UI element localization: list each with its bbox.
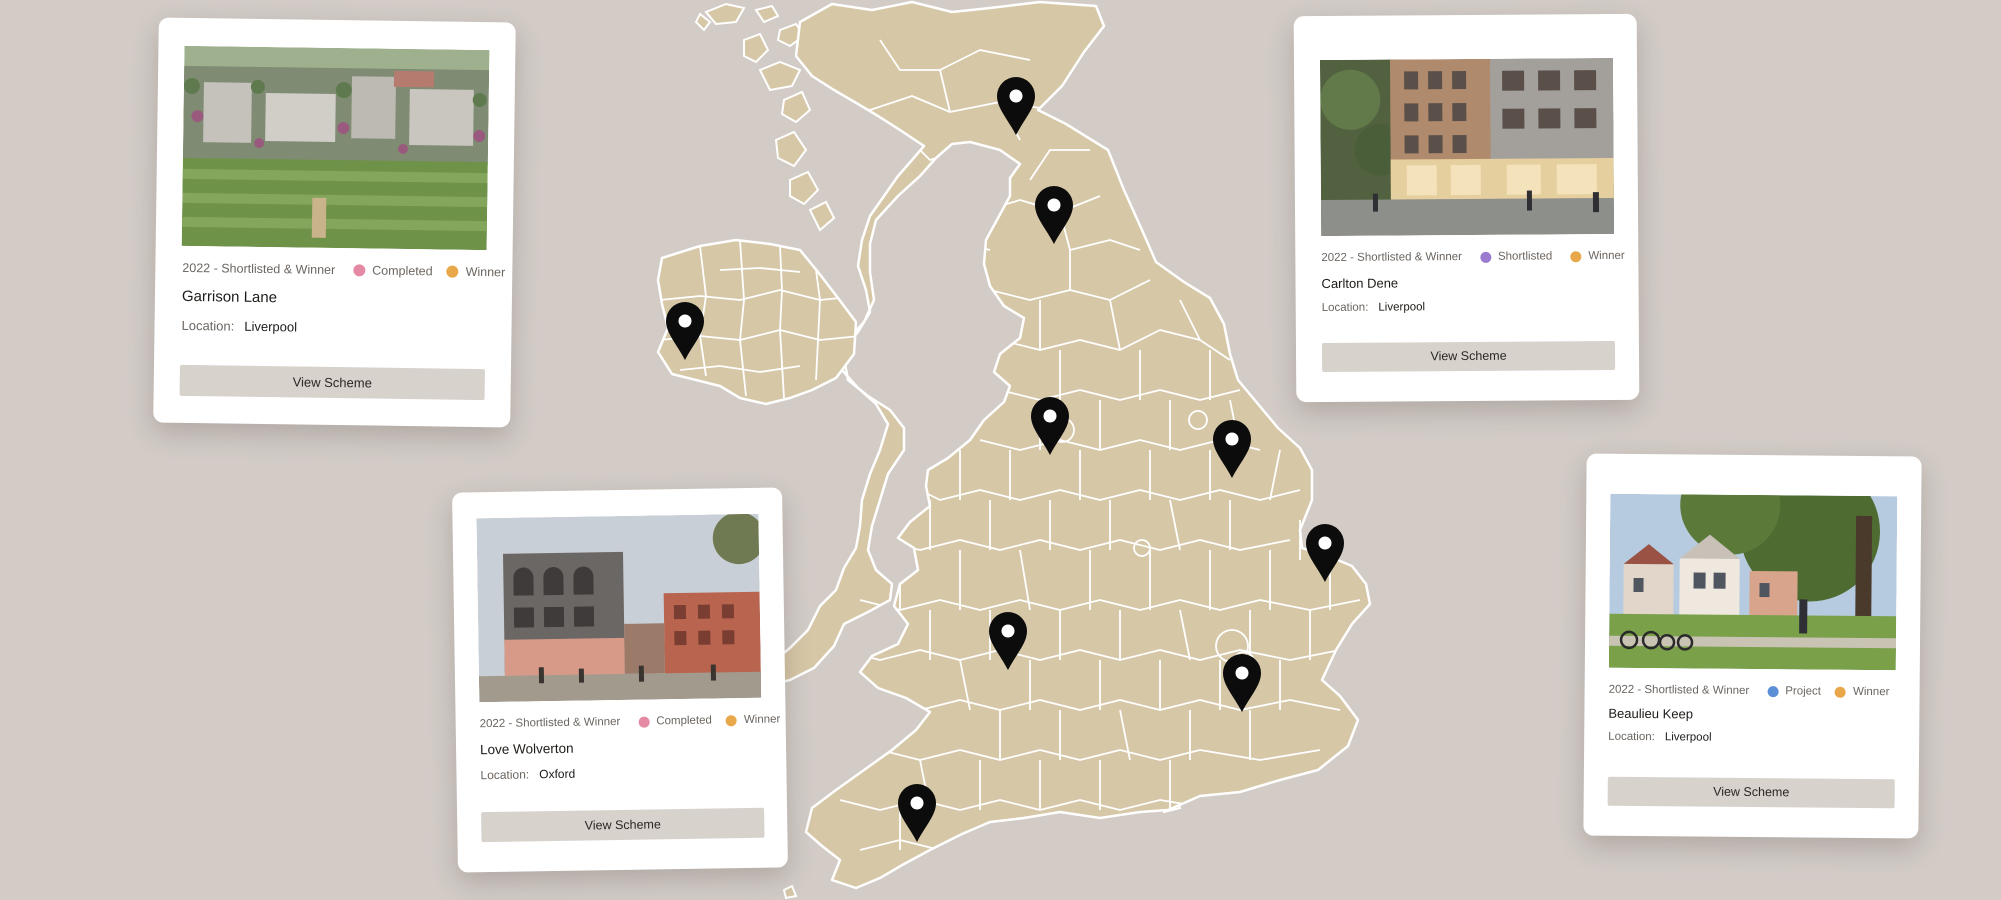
status-tag-shortlisted: Shortlisted (1479, 250, 1553, 263)
status-tag-winner: Winner (1834, 685, 1890, 699)
scheme-location: Location: Liverpool (1608, 731, 1711, 744)
scheme-year-label: 2022 - Shortlisted & Winner (1608, 683, 1750, 697)
status-tag-completed: Completed (638, 715, 712, 728)
status-tag-label: Winner (743, 713, 781, 727)
status-tag-winner: Winner (446, 264, 506, 280)
scheme-meta-love-wolverton: 2022 - Shortlisted & Winner Completed Wi… (480, 713, 781, 730)
winner-dot (1834, 686, 1847, 698)
location-value: Liverpool (1378, 301, 1426, 314)
project-dot (1767, 685, 1779, 697)
scheme-photo-love-wolverton (476, 513, 762, 703)
scheme-card-love-wolverton: 2022 - Shortlisted & Winner Completed Wi… (452, 487, 788, 873)
view-scheme-button[interactable]: View Scheme (481, 807, 765, 843)
view-scheme-button[interactable]: View Scheme (1321, 340, 1616, 373)
location-label: Location: (1608, 730, 1655, 744)
location-value: Oxford (539, 766, 576, 782)
scheme-card-beaulieu-keep: 2022 - Shortlisted & Winner Project Winn… (1583, 453, 1922, 839)
scheme-year-label: 2022 - Shortlisted & Winner (1321, 251, 1463, 265)
scheme-name: Love Wolverton (479, 740, 574, 758)
status-tag-label: Project (1785, 685, 1822, 698)
scheme-name: Beaulieu Keep (1608, 705, 1694, 722)
scheme-name: Garrison Lane (181, 287, 278, 307)
location-label: Location: (480, 767, 530, 783)
scheme-photo-carlton-dene (1319, 57, 1615, 237)
status-tag-label: Winner (1852, 685, 1890, 699)
scheme-location: Location: Oxford (480, 767, 575, 782)
status-tag-winner: Winner (725, 713, 781, 727)
winner-dot (446, 265, 459, 278)
scheme-meta-carlton-dene: 2022 - Shortlisted & Winner Shortlisted … (1321, 250, 1624, 264)
scheme-photo-beaulieu-keep (1608, 493, 1898, 671)
completed-dot (353, 264, 366, 277)
status-tag-label: Completed (656, 714, 712, 728)
scheme-meta-beaulieu-keep: 2022 - Shortlisted & Winner Project Winn… (1609, 684, 1890, 698)
winner-dot (1570, 250, 1582, 262)
view-scheme-button[interactable]: View Scheme (179, 364, 485, 401)
view-scheme-button[interactable]: View Scheme (1607, 776, 1895, 809)
status-tag-label: Completed (372, 263, 433, 279)
shortlisted-dot (1479, 251, 1492, 263)
winner-dot (725, 714, 737, 726)
location-label: Location: (181, 317, 235, 334)
location-value: Liverpool (244, 318, 298, 335)
status-tag-label: Winner (1588, 249, 1625, 263)
scheme-location: Location: Liverpool (181, 318, 297, 335)
scheme-year-label: 2022 - Shortlisted & Winner (479, 716, 621, 731)
status-tag-label: Shortlisted (1497, 250, 1553, 263)
scheme-year-label: 2022 - Shortlisted & Winner (182, 260, 336, 278)
scheme-location: Location: Liverpool (1322, 301, 1425, 314)
scheme-card-garrison-lane: 2022 - Shortlisted & Winner Completed Wi… (153, 17, 516, 428)
status-tag-label: Winner (465, 264, 506, 280)
status-tag-winner: Winner (1570, 250, 1625, 262)
scheme-meta-garrison-lane: 2022 - Shortlisted & Winner Completed Wi… (182, 261, 505, 280)
location-value: Liverpool (1664, 731, 1712, 744)
scheme-photo-garrison-lane (181, 45, 490, 251)
completed-dot (638, 716, 650, 728)
scheme-card-carlton-dene: 2022 - Shortlisted & Winner Shortlisted … (1293, 13, 1640, 403)
status-tag-completed: Completed (353, 263, 433, 278)
location-label: Location: (1321, 301, 1369, 315)
status-tag-project: Project (1767, 685, 1822, 698)
scheme-name: Carlton Dene (1321, 275, 1399, 292)
